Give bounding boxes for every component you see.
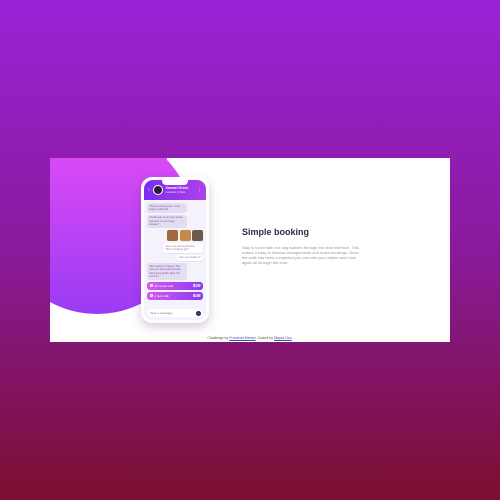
attribution-separator: . Coded by bbox=[255, 336, 274, 340]
plan-option-1-hour[interactable]: 1 hour walk $49 bbox=[147, 291, 203, 300]
back-arrow-icon[interactable]: ‹ bbox=[148, 187, 150, 193]
walker-status: Available to Walk bbox=[165, 191, 186, 194]
feature-description: Stay in touch with our dog walkers throu… bbox=[242, 245, 359, 265]
message-input[interactable] bbox=[150, 311, 196, 315]
phone-notch bbox=[162, 180, 188, 185]
chat-message: Here are a few pictures. She's a happy g… bbox=[163, 243, 203, 253]
feature-content: Simple booking Stay in touch with our do… bbox=[242, 227, 364, 265]
attribution-prefix: Challenge by bbox=[207, 336, 229, 340]
radio-icon[interactable] bbox=[149, 294, 153, 298]
walker-name: Samuel Green bbox=[165, 186, 189, 190]
plan-name: 1 hour walk bbox=[154, 293, 169, 298]
dog-photo-2[interactable] bbox=[179, 230, 191, 242]
chat-message: Can you make it? bbox=[176, 254, 203, 262]
dog-photos bbox=[167, 230, 203, 242]
plan-name: 30 minute walk bbox=[154, 283, 174, 288]
avatar bbox=[152, 185, 163, 195]
attribution-footer: Challenge by Frontend Mentor. Coded by M… bbox=[50, 336, 450, 340]
page-title: Simple booking bbox=[242, 227, 310, 237]
chat-thread: That sounds great. I'd be happy with tha… bbox=[144, 200, 206, 300]
radio-icon[interactable] bbox=[149, 284, 153, 288]
attribution-suffix: . bbox=[291, 336, 293, 340]
more-options-icon[interactable]: ⋮ bbox=[197, 187, 202, 193]
frontend-mentor-link[interactable]: Frontend Mentor bbox=[229, 336, 255, 340]
send-button[interactable]: › bbox=[196, 310, 201, 316]
chat-message: Could you send over some pictures of you… bbox=[147, 214, 187, 229]
plan-option-30-minute[interactable]: 30 minute walk $29 bbox=[147, 281, 203, 290]
message-bar: › bbox=[147, 309, 203, 317]
dog-photo-3[interactable] bbox=[192, 230, 203, 242]
chat-message: She looks so happy! The time we discusse… bbox=[147, 263, 187, 280]
author-link[interactable]: Mayra Ozo bbox=[274, 336, 292, 340]
phone-mockup: ‹ Samuel Green Available to Walk ⋮ That … bbox=[141, 177, 209, 323]
plan-price: $29 bbox=[192, 283, 201, 289]
phone-screen: ‹ Samuel Green Available to Walk ⋮ That … bbox=[144, 180, 206, 320]
dog-photo-1[interactable] bbox=[167, 230, 178, 242]
chat-message: That sounds great. I'd be happy with tha… bbox=[147, 203, 187, 213]
plan-price: $49 bbox=[192, 293, 201, 299]
